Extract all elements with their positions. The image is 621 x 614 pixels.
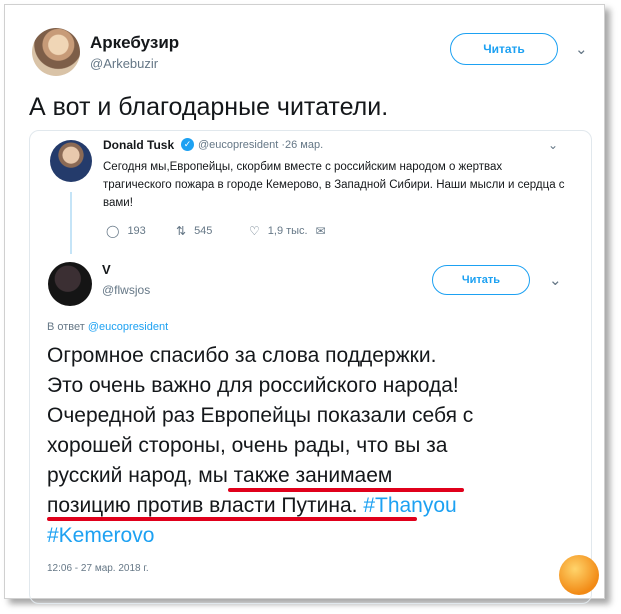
reply-prefix: В ответ [47,321,85,333]
reply-context: В ответ @eucopresident [47,321,168,333]
reply-icon: ◯ [106,224,120,238]
quoted-text: Сегодня мы,Европейцы, скорбим вместе с р… [103,161,565,209]
highlight-underline [47,517,417,521]
reply-line: русский народ, мы также занимаем [47,464,393,487]
hashtag-link[interactable]: #Kemerovo [47,521,577,551]
watermark-logo [559,555,599,595]
retweet-action[interactable]: ⇅ 545 [176,224,212,238]
like-count: 1,9 тыс. [267,225,308,237]
follow-button[interactable]: Читать [450,33,558,65]
retweet-icon: ⇅ [176,224,187,238]
reply-count: 193 [127,225,146,237]
tweet-timestamp[interactable]: 12:06 - 27 мар. 2018 г. [47,563,149,574]
author-handle[interactable]: @Arkebuzir [90,56,158,71]
tweet-text: А вот и благодарные читатели. [29,93,389,121]
message-icon[interactable]: ✉ [316,224,326,238]
follow-button[interactable]: Читать [432,265,530,295]
reply-line: Огромное спасибо за слова поддержки. [47,344,437,367]
chevron-down-icon[interactable]: ⌄ [549,271,562,289]
reply-line: Это очень важно для российского народа! [47,374,459,397]
reply-line: хорошей стороны, очень рады, что вы за [47,434,448,457]
avatar[interactable] [32,28,80,76]
heart-icon: ♡ [249,224,260,238]
quoted-date[interactable]: ·26 мар. [281,139,323,151]
hashtag-link[interactable]: #Thanyou [363,494,456,517]
retweet-count: 545 [194,225,213,237]
reply-author-handle[interactable]: @flwsjos [102,283,150,297]
reply-to-link[interactable]: @eucopresident [88,321,168,333]
author-name[interactable]: Аркебузир [90,33,179,53]
like-action[interactable]: ♡ 1,9 тыс. ✉ [249,224,326,238]
reply-line: позицию против власти Путина. [47,494,358,517]
quoted-author-meta: @eucopresident ·26 мар. [198,139,323,151]
highlight-underline [228,488,464,492]
quoted-author-handle[interactable]: @eucopresident [198,139,278,151]
chevron-down-icon[interactable]: ⌄ [548,138,558,152]
chevron-down-icon[interactable]: ⌄ [575,40,588,58]
quoted-author-name[interactable]: Donald Tusk [103,138,174,152]
reply-action[interactable]: ◯ 193 [106,224,146,238]
avatar[interactable] [48,262,92,306]
verified-badge-icon: ✓ [181,138,194,151]
reply-line: Очередной раз Европейцы показали себя с [47,404,474,427]
thread-connector [70,192,72,254]
reply-author-name[interactable]: V [102,262,111,277]
avatar[interactable] [50,140,92,182]
